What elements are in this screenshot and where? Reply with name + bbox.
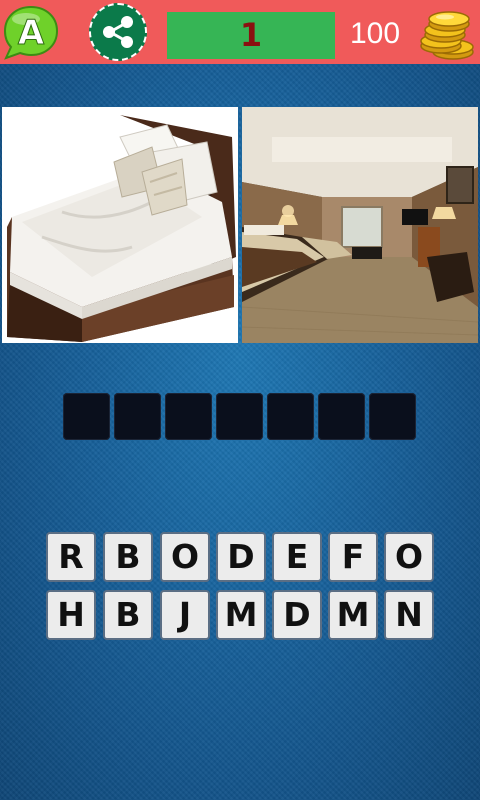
letter-tile[interactable]: B — [103, 532, 153, 582]
answer-slot[interactable] — [267, 393, 314, 440]
hint-letter-icon: A — [3, 5, 59, 60]
answer-slot[interactable] — [63, 393, 110, 440]
letter-tile[interactable]: H — [46, 590, 96, 640]
answer-slot[interactable] — [165, 393, 212, 440]
letter-tile[interactable]: F — [328, 532, 378, 582]
letter-tile[interactable]: D — [216, 532, 266, 582]
letter-tile[interactable]: O — [384, 532, 434, 582]
letter-tile[interactable]: O — [160, 532, 210, 582]
letter-tile[interactable]: M — [216, 590, 266, 640]
letter-tile[interactable]: R — [46, 532, 96, 582]
hint-button[interactable]: A — [2, 4, 60, 60]
answer-slot[interactable] — [318, 393, 365, 440]
answer-slot[interactable] — [114, 393, 161, 440]
answer-slot[interactable] — [369, 393, 416, 440]
picture-bed — [2, 107, 238, 343]
share-icon — [103, 16, 133, 48]
coins-count: 100 — [350, 17, 401, 50]
level-indicator: 1 — [167, 12, 335, 59]
letter-tile[interactable]: D — [272, 590, 322, 640]
top-bar: A 1 100 — [0, 0, 480, 64]
letter-tile[interactable]: B — [103, 590, 153, 640]
picture-hotel-room — [242, 107, 478, 343]
answer-slot[interactable] — [216, 393, 263, 440]
gold-coins-icon[interactable] — [415, 6, 477, 62]
share-button[interactable] — [89, 3, 147, 61]
letter-tile[interactable]: N — [384, 590, 434, 640]
letter-tile[interactable]: M — [328, 590, 378, 640]
letter-tile[interactable]: E — [272, 532, 322, 582]
hint-letter: A — [18, 13, 45, 53]
letter-tile[interactable]: J — [160, 590, 210, 640]
